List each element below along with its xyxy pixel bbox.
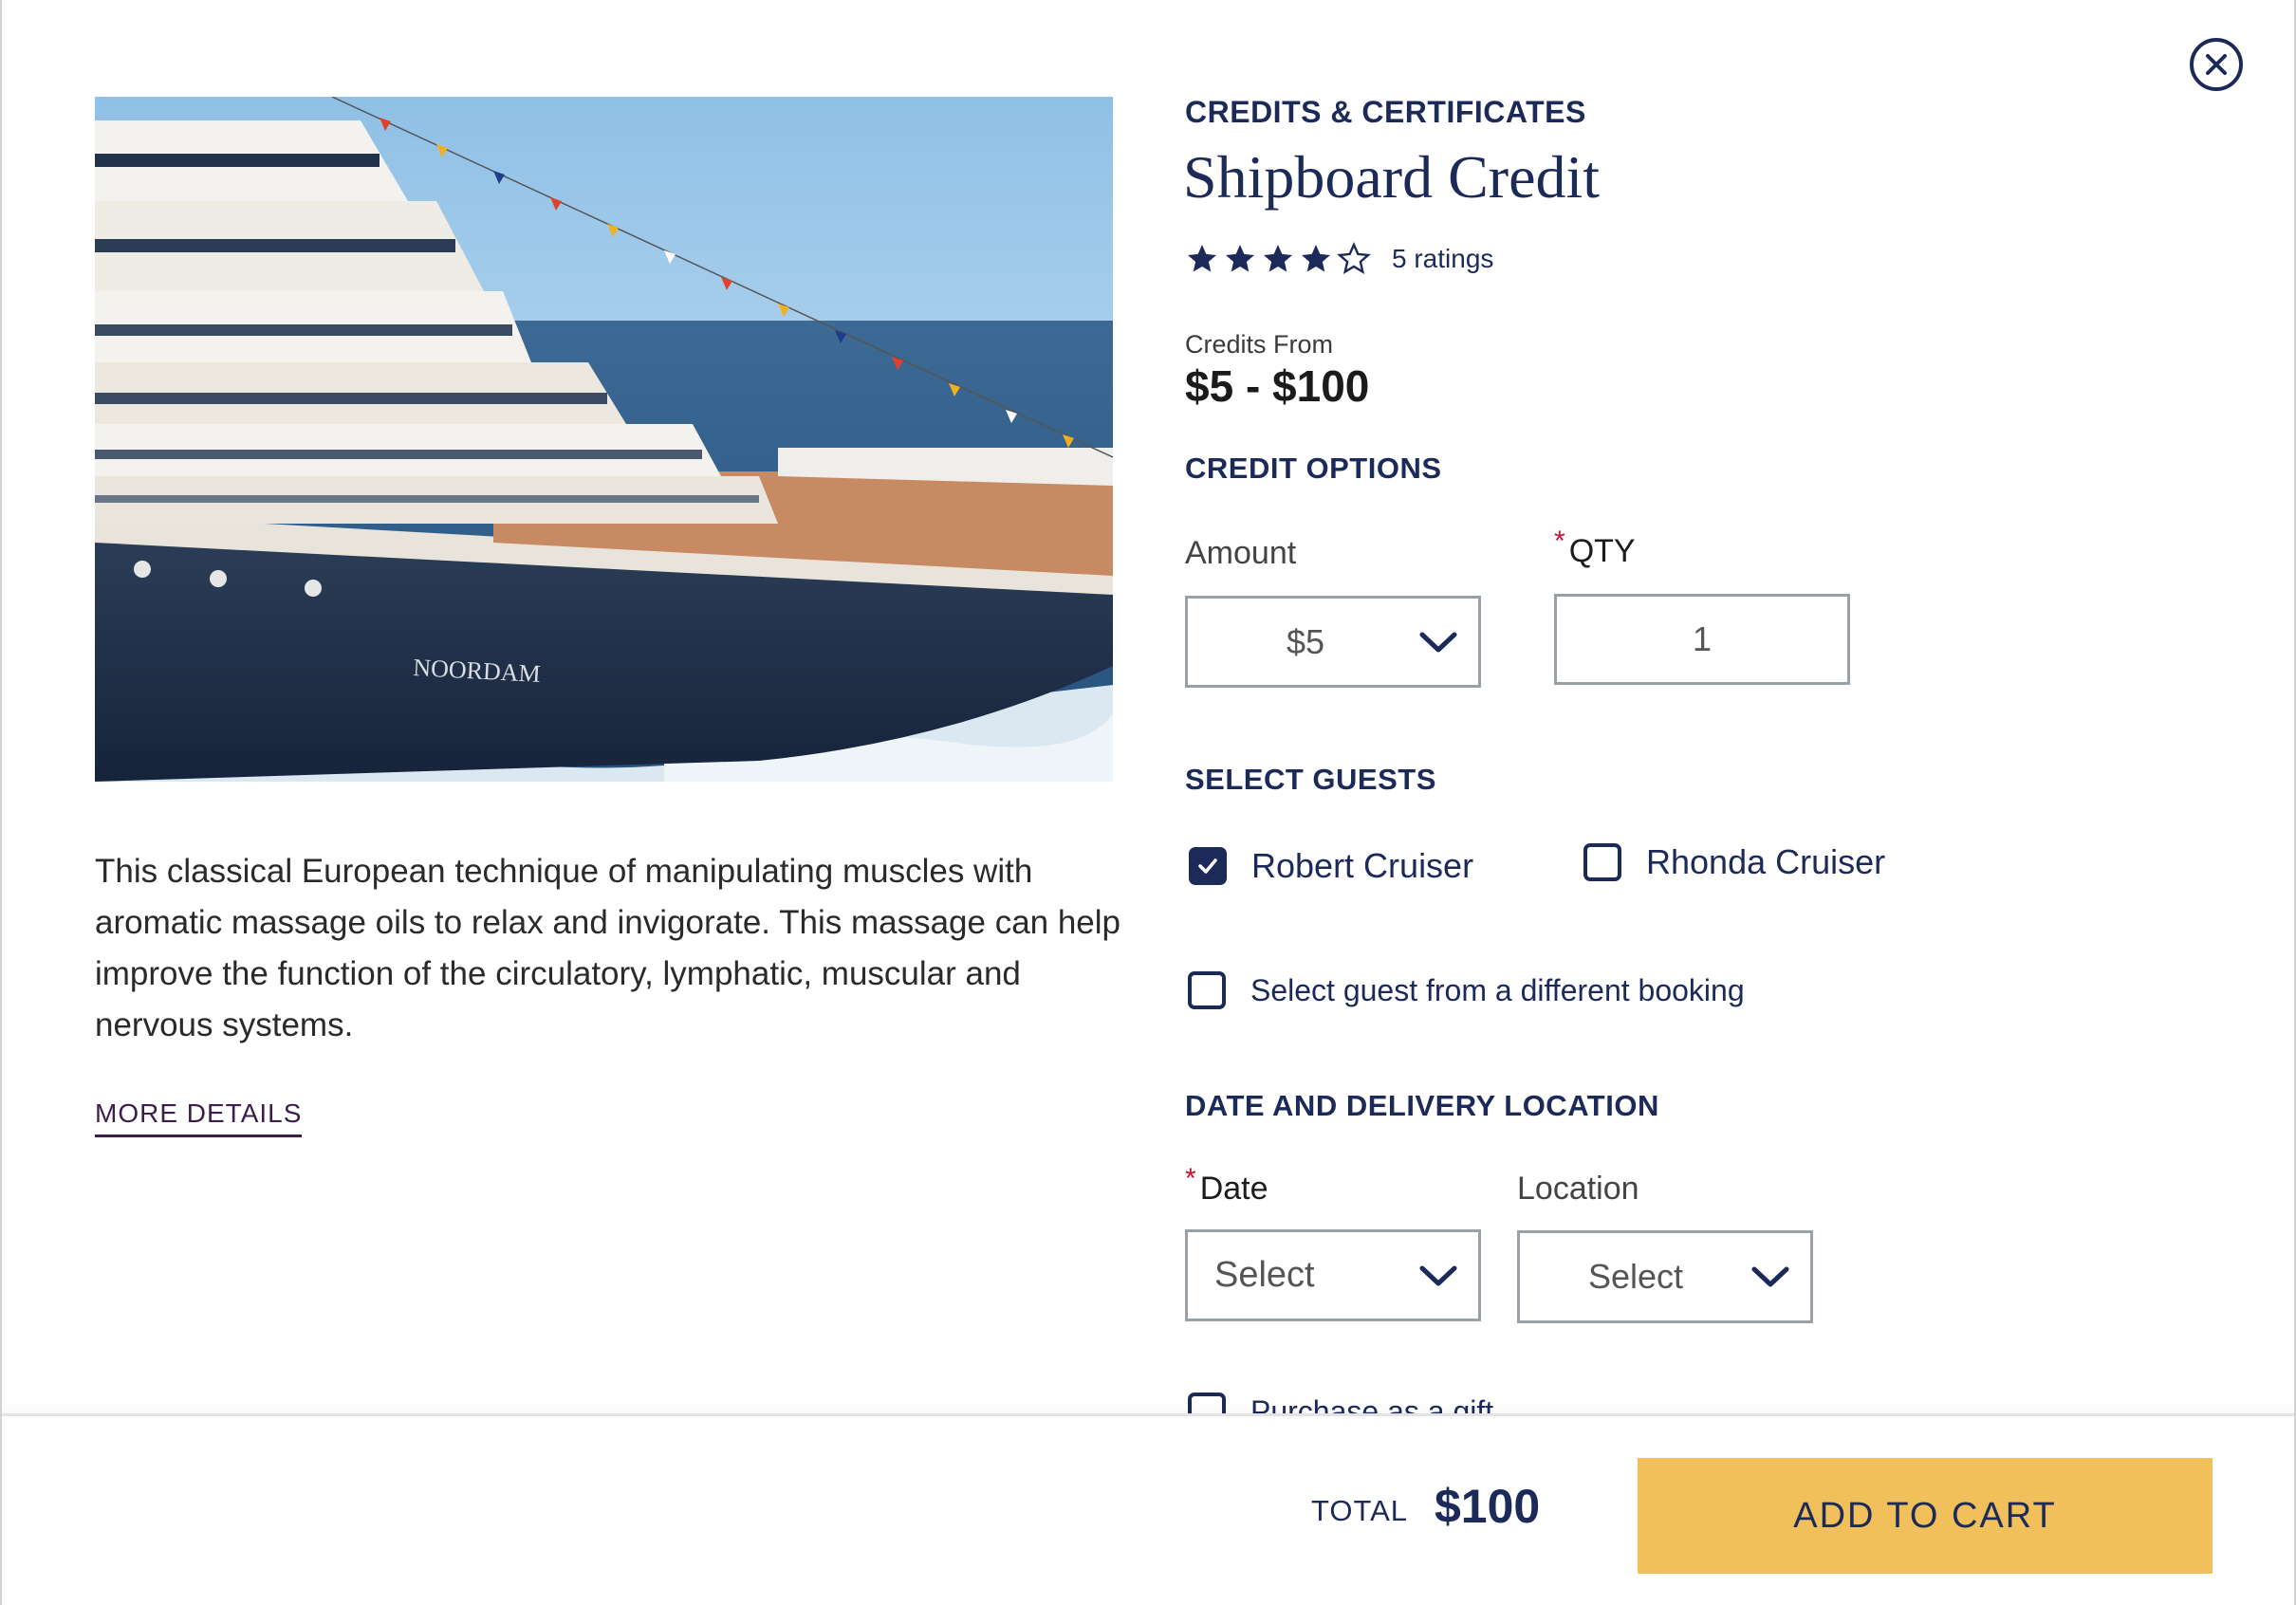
price-range: $5 - $100 xyxy=(1185,361,1370,411)
check-icon xyxy=(1198,858,1217,874)
date-label: Date xyxy=(1199,1171,1268,1207)
more-details-link[interactable]: MORE DETAILS xyxy=(95,1098,303,1137)
delivery-heading: DATE AND DELIVERY LOCATION xyxy=(1185,1089,1659,1122)
qty-input[interactable] xyxy=(1554,594,1850,685)
qty-label-wrapper: * QTY xyxy=(1554,526,1636,570)
date-select-value: Select xyxy=(1214,1255,1315,1295)
guest-checkbox[interactable] xyxy=(1189,847,1227,885)
different-booking-checkbox[interactable] xyxy=(1188,971,1226,1009)
amount-label: Amount xyxy=(1185,535,1297,571)
guest-name: Rhonda Cruiser xyxy=(1646,842,1886,881)
location-label: Location xyxy=(1517,1171,1639,1207)
total-label: TOTAL xyxy=(1311,1494,1409,1527)
chevron-down-icon xyxy=(1419,1265,1457,1285)
product-modal: NOORDAM This classical European techniqu… xyxy=(0,0,2296,1605)
guest-option-rhonda[interactable]: Rhonda Cruiser xyxy=(1583,842,1885,882)
credit-options-heading: CREDIT OPTIONS xyxy=(1185,452,1442,485)
star-icon xyxy=(1188,245,1216,272)
required-marker: * xyxy=(1185,1163,1196,1194)
chevron-down-icon xyxy=(1751,1266,1789,1287)
product-title: Shipboard Credit xyxy=(1183,143,1601,211)
close-icon xyxy=(2206,54,2227,75)
required-marker: * xyxy=(1554,526,1565,557)
guest-option-robert[interactable]: Robert Cruiser xyxy=(1189,846,1473,886)
product-image: NOORDAM xyxy=(95,97,1113,782)
star-icon xyxy=(1226,245,1254,272)
product-category: CREDITS & CERTIFICATES xyxy=(1185,95,1586,129)
star-icon xyxy=(1264,245,1292,272)
qty-label: QTY xyxy=(1568,533,1636,569)
amount-select[interactable]: $5 xyxy=(1185,596,1481,688)
guest-name: Robert Cruiser xyxy=(1251,846,1474,885)
guest-checkbox[interactable] xyxy=(1583,843,1621,881)
product-description: This classical European technique of man… xyxy=(95,853,1121,1043)
star-outline-icon xyxy=(1337,242,1371,274)
amount-select-value: $5 xyxy=(1287,621,1325,661)
star-icon xyxy=(1302,245,1330,272)
total-value: $100 xyxy=(1435,1480,1541,1533)
date-label-wrapper: * Date xyxy=(1185,1163,1268,1208)
cart-footer: TOTAL $100 ADD TO CART xyxy=(2,1413,2294,1605)
different-booking-option[interactable]: Select guest from a different booking xyxy=(1188,971,1745,1009)
location-select[interactable]: Select xyxy=(1517,1230,1813,1323)
chevron-down-icon xyxy=(1419,632,1457,652)
add-to-cart-button[interactable]: ADD TO CART xyxy=(1638,1458,2213,1574)
different-booking-label: Select guest from a different booking xyxy=(1250,972,1745,1007)
star-rating xyxy=(1185,242,1371,276)
location-select-value: Select xyxy=(1588,1257,1684,1296)
credits-from-label: Credits From xyxy=(1185,330,1334,359)
date-select[interactable]: Select xyxy=(1185,1229,1481,1321)
rating-count[interactable]: 5 ratings xyxy=(1392,244,1493,274)
rating: 5 ratings xyxy=(1185,242,1493,276)
close-button[interactable] xyxy=(2190,38,2243,91)
select-guests-heading: SELECT GUESTS xyxy=(1185,763,1436,796)
